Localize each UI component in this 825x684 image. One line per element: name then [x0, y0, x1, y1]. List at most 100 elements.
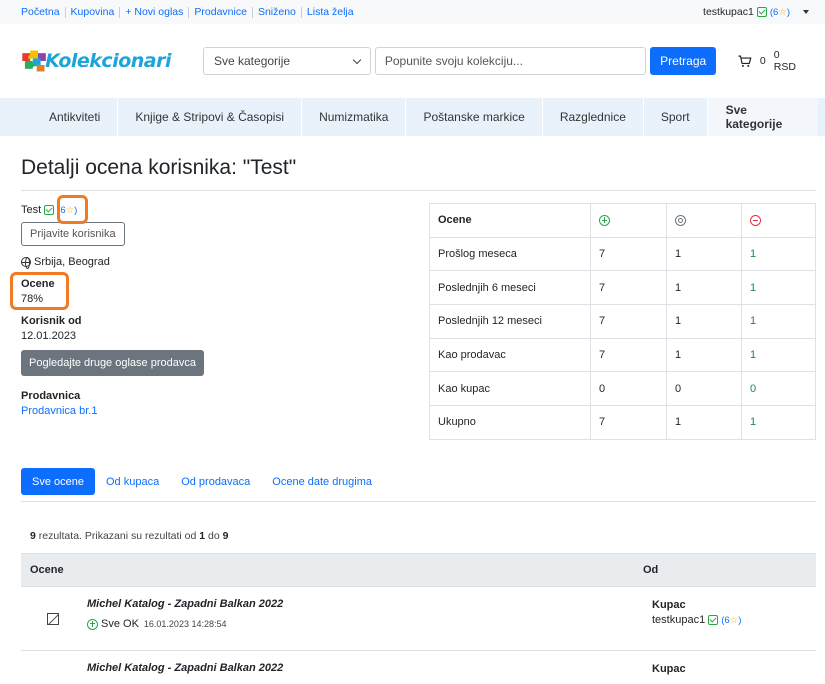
review-user-rating[interactable]: (6☆): [721, 615, 741, 626]
positive-icon: [87, 618, 98, 630]
logo[interactable]: Kolekcionari: [21, 36, 171, 86]
tab-from-buyers[interactable]: Od kupaca: [95, 468, 170, 495]
search-input[interactable]: Popunite svoju kolekciju...: [374, 47, 647, 75]
row-negative: 1: [741, 337, 816, 373]
ratings-label: Ocene: [21, 278, 55, 290]
nav-link-wishlist[interactable]: Lista želja: [302, 6, 359, 18]
profile-name: Test: [21, 204, 42, 216]
nav-link-shopping[interactable]: Kupovina: [66, 6, 121, 18]
stats-header-positive: [590, 203, 667, 238]
row-negative: 1: [741, 270, 816, 306]
review-item-title[interactable]: Michel Katalog - Zapadni Balkan 2022: [87, 598, 283, 610]
stats-header-negative: [741, 203, 816, 238]
col-ratings: Ocene: [30, 564, 64, 576]
nav-link-discounted[interactable]: Sniženo: [253, 6, 302, 18]
row-positive: 0: [590, 371, 667, 407]
table-row: Ukupno 7 1 1: [429, 405, 816, 440]
table-row: Poslednjih 12 meseci 7 1 1: [429, 304, 816, 339]
report-user-button[interactable]: Prijavite korisnika: [21, 222, 125, 246]
nav-link-new-ad[interactable]: + Novi oglas: [120, 6, 190, 18]
row-neutral: 1: [666, 304, 742, 339]
top-nav: Početna Kupovina + Novi oglas Prodavnice…: [21, 6, 359, 18]
table-row: Michel Katalog - Zapadni Balkan 2022 Kup…: [21, 651, 816, 684]
row-positive: 7: [590, 236, 667, 272]
cart-icon: [738, 55, 752, 67]
col-from: Od: [643, 564, 659, 576]
row-negative: 0: [741, 371, 816, 407]
row-neutral: 0: [666, 371, 742, 407]
category-postcards[interactable]: Razglednice: [543, 98, 644, 136]
results-to: 9: [222, 530, 229, 542]
category-select[interactable]: Sve kategorije: [203, 47, 371, 75]
review-from-role: Kupac: [652, 599, 686, 611]
profile-location: Srbija, Beograd: [21, 256, 401, 269]
positive-icon: [599, 214, 610, 226]
user-rating[interactable]: (6☆): [770, 7, 790, 18]
nav-link-shops[interactable]: Prodavnice: [189, 6, 253, 18]
nav-link-home[interactable]: Početna: [21, 6, 66, 18]
shop-label: Prodavnica: [21, 390, 81, 402]
table-row: Poslednjih 6 meseci 7 1 1: [429, 270, 816, 306]
header: Kolekcionari Sve kategorije Popunite svo…: [0, 24, 825, 98]
search-button[interactable]: Pretraga: [650, 47, 717, 75]
user-rating-close: ): [786, 6, 790, 18]
view-seller-ads-button[interactable]: Pogledajte druge oglase prodavca: [21, 350, 204, 376]
review-timestamp: 16.01.2023 14:28:54: [143, 619, 227, 629]
row-neutral: 1: [666, 270, 742, 306]
cart[interactable]: 0 0 RSD: [738, 49, 804, 73]
category-antiques[interactable]: Antikviteti: [21, 98, 119, 136]
shop-link-text[interactable]: Prodavnica br.1: [21, 405, 97, 417]
highlight-ratings-percent: [10, 272, 69, 310]
ratings-value: 78%: [21, 293, 44, 305]
review-from-role: Kupac: [652, 663, 686, 675]
category-numismatics[interactable]: Numizmatika: [302, 98, 407, 136]
row-label: Kao kupac: [429, 371, 591, 407]
row-positive: 7: [590, 337, 667, 373]
row-negative: 1: [741, 304, 816, 339]
tab-from-sellers[interactable]: Od prodavaca: [170, 468, 261, 495]
row-label: Poslednjih 12 meseci: [429, 304, 591, 339]
category-all[interactable]: Sve kategorije: [707, 98, 818, 136]
category-books-comics[interactable]: Knjige & Stripovi & Časopisi: [118, 98, 303, 136]
tab-given-to-others[interactable]: Ocene date drugima: [261, 468, 383, 495]
star-icon: ☆: [729, 614, 739, 626]
results-text-a: rezultata. Prikazani su rezultati od: [35, 530, 200, 542]
table-row: Michel Katalog - Zapadni Balkan 2022 Sve…: [21, 587, 816, 651]
tab-all-ratings[interactable]: Sve ocene: [21, 468, 95, 495]
review-item-title[interactable]: Michel Katalog - Zapadni Balkan 2022: [87, 662, 283, 674]
review-rating-open: (6: [721, 614, 730, 626]
stats-header-neutral: [666, 203, 742, 238]
location-text: Srbija, Beograd: [34, 256, 110, 268]
table-row: Kao kupac 0 0 0: [429, 371, 816, 407]
review-from-username[interactable]: testkupac1: [652, 614, 705, 626]
globe-icon: [21, 257, 31, 269]
row-positive: 7: [590, 304, 667, 339]
category-stamps[interactable]: Poštanske markice: [406, 98, 543, 136]
page-title: Detalji ocena korisnika: "Test": [21, 156, 297, 179]
chevron-down-icon: [352, 55, 362, 64]
table-row: Kao prodavac 7 1 1: [429, 337, 816, 373]
user-name: testkupac1: [703, 6, 754, 18]
shop-link[interactable]: Prodavnica br.1: [21, 405, 401, 417]
user-profile: Test (6☆) Prijavite korisnika Srbija, Be…: [21, 204, 401, 417]
table-row: Prošlog meseca 7 1 1: [429, 236, 816, 272]
results-summary: 9 rezultata. Prikazani su rezultati od 1…: [30, 530, 228, 542]
caret-down-icon[interactable]: [803, 10, 809, 14]
cart-count: 0: [759, 55, 766, 67]
search-placeholder: Popunite svoju kolekciju...: [384, 54, 523, 68]
category-sport[interactable]: Sport: [644, 98, 708, 136]
neutral-icon: [675, 214, 686, 226]
category-select-value: Sve kategorije: [214, 54, 291, 68]
row-neutral: 1: [666, 337, 742, 373]
verified-icon: [756, 7, 767, 17]
highlight-rating: [57, 195, 88, 224]
user-menu[interactable]: testkupac1 (6☆): [703, 6, 809, 18]
row-positive: 7: [590, 405, 667, 440]
negative-icon: [750, 214, 761, 226]
review-status-text: Sve OK: [101, 618, 139, 630]
table-header-row: Ocene: [429, 203, 816, 238]
top-bar: Početna Kupovina + Novi oglas Prodavnice…: [0, 0, 825, 24]
review-from-user[interactable]: testkupac1 (6☆): [652, 614, 741, 626]
row-label: Poslednjih 6 meseci: [429, 270, 591, 306]
reviews-table-header: Ocene Od: [21, 553, 816, 587]
